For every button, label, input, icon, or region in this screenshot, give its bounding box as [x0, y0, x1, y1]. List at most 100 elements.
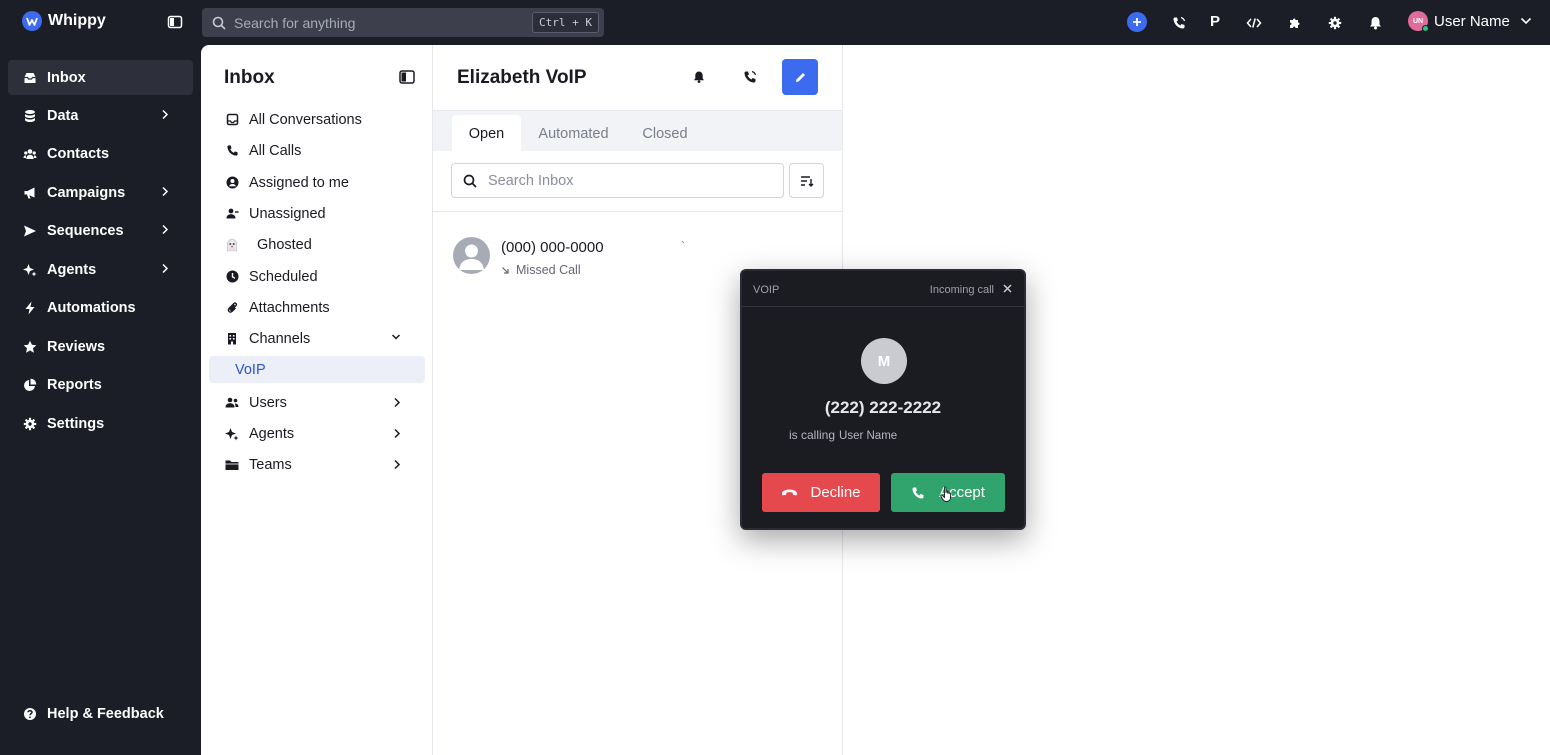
help-circle-icon — [23, 707, 37, 721]
contact-avatar — [453, 237, 490, 274]
calling-text: is calling User Name — [789, 428, 898, 442]
building-icon — [225, 332, 239, 346]
chevron-right-icon — [393, 397, 401, 408]
close-icon[interactable] — [1003, 284, 1012, 293]
user-menu[interactable]: UN User Name — [1408, 11, 1532, 32]
callee-name: User Name — [839, 430, 898, 442]
inbox-item-attachments[interactable]: Attachments — [209, 294, 425, 321]
tab-open[interactable]: Open — [452, 115, 521, 152]
code-icon[interactable] — [1244, 13, 1264, 33]
conversation-phone: (000) 000-0000 — [501, 239, 604, 256]
inbox-item-all-calls[interactable]: All Calls — [209, 137, 425, 164]
sort-icon — [800, 175, 814, 187]
inbox-item-ghosted[interactable]: Ghosted — [209, 231, 425, 258]
panel-collapse-icon[interactable] — [399, 70, 415, 84]
gear-icon[interactable] — [1325, 13, 1345, 33]
nav-item-inbox[interactable]: Inbox — [8, 60, 193, 95]
search-icon — [463, 174, 477, 188]
tab-automated[interactable]: Automated — [531, 115, 616, 152]
chevron-right-icon — [393, 428, 401, 439]
user-circle-icon — [225, 176, 239, 190]
chevron-down-icon — [391, 333, 401, 341]
pie-chart-icon — [23, 378, 37, 392]
inbox-panel: Inbox All Conversations All Calls Assign… — [201, 45, 433, 755]
nav-item-automations[interactable]: Automations — [8, 290, 193, 325]
conversation-tabs: Open Automated Closed — [433, 110, 842, 152]
send-icon — [23, 224, 37, 238]
search-shortcut: Ctrl + K — [532, 12, 599, 33]
brand[interactable]: Whippy — [22, 11, 106, 31]
paperclip-icon — [225, 301, 239, 315]
puzzle-icon[interactable] — [1285, 13, 1305, 33]
top-bar: Whippy Search for anything Ctrl + K P UN… — [0, 0, 1550, 45]
decline-button[interactable]: Decline — [762, 473, 880, 512]
avatar: UN — [1408, 11, 1429, 32]
inbox-item-teams[interactable]: Teams — [209, 451, 425, 478]
inbox-item-all-conversations[interactable]: All Conversations — [209, 106, 425, 133]
caller-number: (222) 222-2222 — [824, 398, 942, 417]
whippy-logo-icon — [22, 11, 42, 31]
inbox-item-assigned-to-me[interactable]: Assigned to me — [209, 169, 425, 196]
chevron-down-icon — [1520, 17, 1532, 25]
call-status: Incoming call — [929, 284, 994, 296]
hand-cursor-icon — [940, 486, 954, 503]
phone-call-icon[interactable] — [743, 70, 757, 84]
inbox-item-voip[interactable]: VoIP — [209, 356, 425, 383]
nav-item-campaigns[interactable]: Campaigns — [8, 175, 193, 210]
nav-item-reports[interactable]: Reports — [8, 367, 193, 402]
compose-button[interactable] — [782, 59, 818, 95]
sort-button[interactable] — [789, 163, 824, 198]
online-status-dot — [1422, 25, 1429, 32]
chevron-right-icon — [161, 186, 169, 197]
incoming-call-dialog: VOIP Incoming call M (222) 222-2222 is c… — [740, 269, 1026, 530]
dialog-header: VOIP Incoming call — [742, 271, 1024, 307]
nav-item-reviews[interactable]: Reviews — [8, 329, 193, 364]
help-feedback-link[interactable]: Help & Feedback — [8, 696, 193, 731]
bell-icon[interactable] — [1365, 13, 1385, 33]
gear-icon — [23, 417, 37, 431]
nav-item-agents[interactable]: Agents — [8, 252, 193, 287]
contacts-icon — [23, 147, 37, 161]
plus-icon — [1132, 17, 1142, 27]
sparkle-icon — [225, 427, 239, 441]
inbox-item-users[interactable]: Users — [209, 389, 425, 416]
conversation-mark: ` — [681, 239, 685, 253]
inbox-item-scheduled[interactable]: Scheduled — [209, 263, 425, 290]
phone-call-icon[interactable] — [1169, 13, 1189, 33]
sparkle-icon — [23, 263, 37, 277]
search-inbox-input[interactable]: Search Inbox — [451, 163, 784, 198]
chevron-right-icon — [161, 109, 169, 120]
phone-icon — [225, 144, 239, 158]
nav-item-contacts[interactable]: Contacts — [8, 136, 193, 171]
dialog-label: VOIP — [753, 284, 780, 296]
caller-avatar: M — [861, 338, 907, 384]
tab-closed[interactable]: Closed — [633, 115, 697, 152]
user-name: User Name — [1434, 12, 1510, 30]
star-icon — [23, 340, 37, 354]
folder-icon — [225, 458, 239, 472]
nav-item-data[interactable]: Data — [8, 98, 193, 133]
clock-icon — [225, 270, 239, 284]
create-button[interactable] — [1127, 12, 1147, 32]
inbox-item-channels[interactable]: Channels — [209, 325, 425, 352]
conversation-status: Missed Call — [501, 263, 581, 277]
inbox-item-unassigned[interactable]: Unassigned — [209, 200, 425, 227]
global-search-input[interactable]: Search for anything Ctrl + K — [202, 8, 604, 37]
nav-item-sequences[interactable]: Sequences — [8, 213, 193, 248]
nav-item-settings[interactable]: Settings — [8, 406, 193, 441]
panel-title: Inbox — [224, 67, 275, 88]
bell-icon[interactable] — [693, 70, 705, 84]
inbox-tray-icon — [225, 113, 239, 127]
search-placeholder: Search for anything — [234, 14, 356, 31]
inbox-item-agents[interactable]: Agents — [209, 420, 425, 447]
pencil-icon — [794, 71, 807, 84]
phone-icon — [911, 486, 925, 500]
sidebar-toggle-icon[interactable] — [167, 14, 183, 30]
bolt-icon — [23, 301, 37, 315]
divider — [433, 211, 842, 212]
missed-call-arrow-icon — [501, 266, 510, 275]
channel-title: Elizabeth VoIP — [457, 67, 587, 88]
main-sidebar: Inbox Data Contacts Campaigns Sequences … — [0, 45, 201, 755]
p-button[interactable]: P — [1210, 13, 1220, 30]
chevron-right-icon — [161, 224, 169, 235]
